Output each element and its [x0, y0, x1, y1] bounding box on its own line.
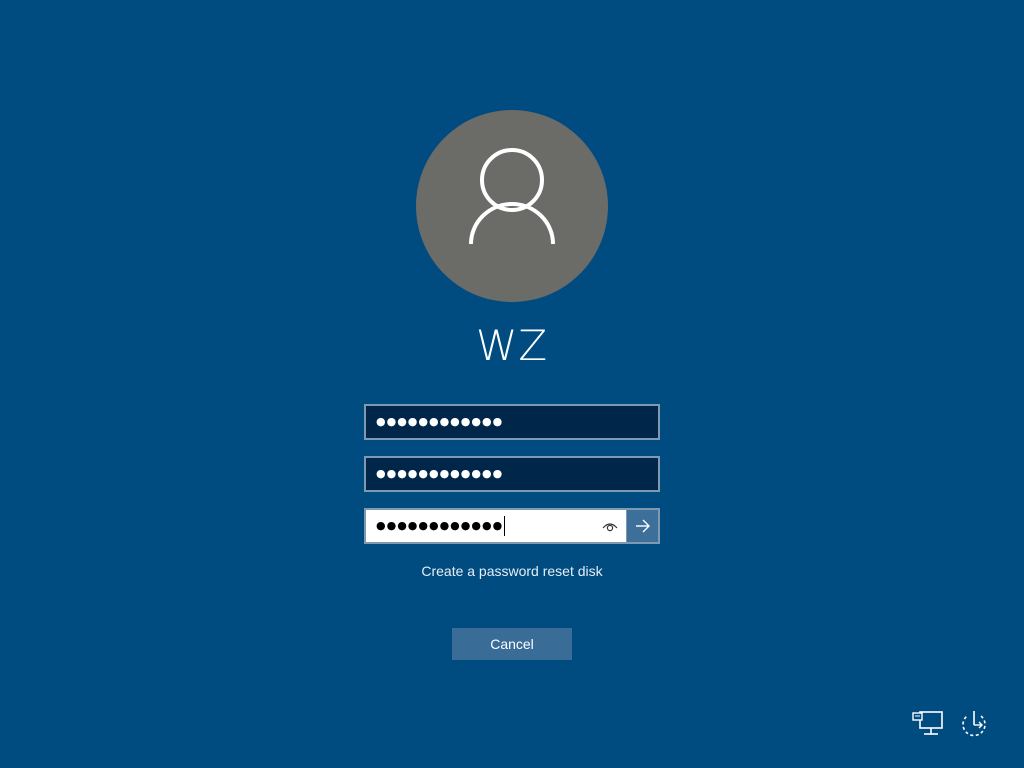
password-field-2[interactable]: ●●●●●●●●●●●●	[364, 456, 660, 492]
text-caret	[504, 516, 506, 536]
masked-value: ●●●●●●●●●●●●	[376, 467, 504, 480]
reset-disk-link[interactable]: Create a password reset disk	[312, 560, 712, 582]
user-silhouette-icon	[469, 148, 555, 245]
user-avatar	[416, 110, 608, 302]
masked-value: ●●●●●●●●●●●●	[376, 519, 504, 532]
password-field-1[interactable]: ●●●●●●●●●●●●	[364, 404, 660, 440]
username-label: WZ	[475, 321, 549, 370]
password-field-3[interactable]: ●●●●●●●●●●●●	[364, 508, 660, 544]
power-icon[interactable]	[956, 706, 992, 742]
masked-value: ●●●●●●●●●●●●	[376, 415, 504, 428]
submit-button[interactable]	[626, 510, 658, 542]
network-icon[interactable]	[910, 706, 946, 742]
lock-screen: WZ ●●●●●●●●●●●● ●●●●●●●●●●●● ●●●●●●●●●●●…	[0, 0, 1024, 768]
cancel-button[interactable]: Cancel	[452, 628, 572, 660]
password-input[interactable]: ●●●●●●●●●●●●	[366, 510, 626, 542]
eye-icon[interactable]	[600, 516, 620, 536]
arrow-right-icon	[636, 519, 650, 533]
